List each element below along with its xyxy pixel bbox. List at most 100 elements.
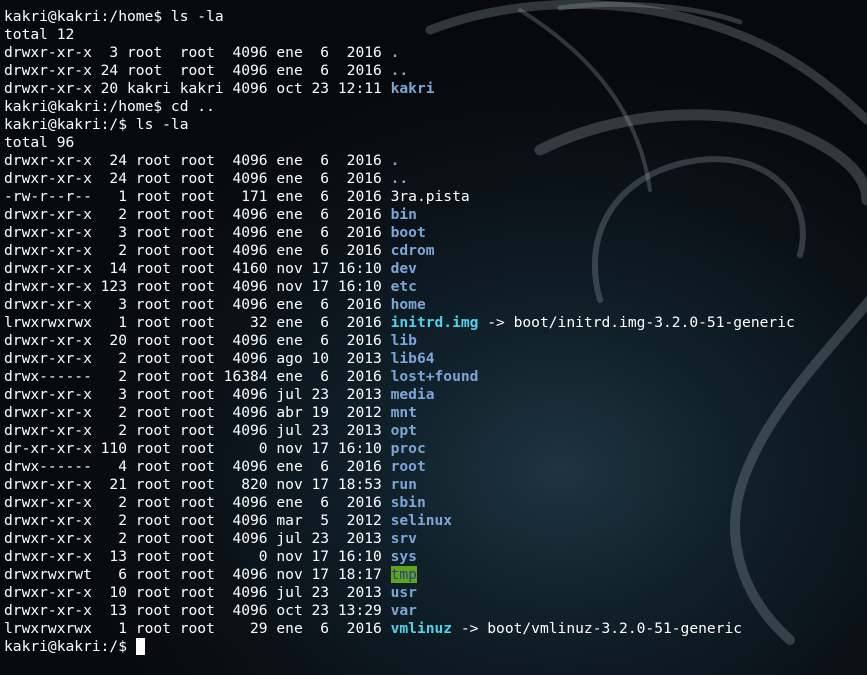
listing-filename: dev — [390, 260, 417, 277]
listing-meta: drwxr-xr-x 24 root root 4096 ene 6 2016 — [4, 62, 391, 79]
listing-meta: drwx------ 2 root root 16384 ene 6 2016 — [4, 368, 391, 385]
listing-filename: home — [390, 296, 426, 313]
symlink-target: -> boot/vmlinuz-3.2.0-51-generic — [452, 620, 743, 637]
command-prompt: kakri@kakri:/$ — [4, 638, 864, 656]
listing-meta: drwxr-xr-x 20 root root 4096 ene 6 2016 — [4, 332, 391, 349]
listing-meta: drwxr-xr-x 2 root root 4096 ene 6 2016 — [4, 206, 391, 223]
terminal-output[interactable]: kakri@kakri:/home$ ls -la total 12 drwxr-x… — [4, 8, 864, 656]
listing-filename: kakri — [390, 80, 435, 97]
listing-meta: drwxr-xr-x 2 root root 4096 mar 5 2012 — [4, 512, 391, 529]
listing-filename: lib — [390, 332, 417, 349]
listing-filename: .. — [390, 170, 409, 187]
listing-filename: sbin — [390, 494, 426, 511]
listing-meta: drwxr-xr-x 24 root root 4096 ene 6 2016 — [4, 170, 391, 187]
listing-filename: cdrom — [390, 242, 435, 259]
listing-meta: dr-xr-xr-x 110 root root 0 nov 17 16:10 — [4, 440, 391, 457]
terminal-line: total 96 — [4, 134, 75, 151]
listing-row: drwxr-xr-x 13 root root 0 nov 17 16:10 s… — [4, 548, 864, 566]
listing-meta: drwxr-xr-x 3 root root 4096 ene 6 2016 — [4, 296, 391, 313]
listing-row: drwxr-xr-x 24 root root 4096 ene 6 2016 … — [4, 170, 864, 188]
listing-row: drwxr-xr-x 13 root root 4096 oct 23 13:2… — [4, 602, 864, 620]
listing-filename: . — [390, 152, 400, 169]
listing-row: drwx------ 2 root root 16384 ene 6 2016 … — [4, 368, 864, 386]
listing-filename: mnt — [390, 404, 417, 421]
listing-row: drwxr-xr-x 3 root root 4096 ene 6 2016 b… — [4, 224, 864, 242]
listing-meta: drwxr-xr-x 14 root root 4160 nov 17 16:1… — [4, 260, 391, 277]
listing-filename: initrd.img — [390, 314, 479, 331]
listing-row: drwxr-xr-x 24 root root 4096 ene 6 2016 … — [4, 152, 864, 170]
listing-row: drwxr-xr-x 10 root root 4096 jul 23 2013… — [4, 584, 864, 602]
listing-row: drwxr-xr-x 21 root root 820 nov 17 18:53… — [4, 476, 864, 494]
prompt-text: kakri@kakri:/$ — [4, 638, 136, 655]
listing-meta: drwxrwxrwt 6 root root 4096 nov 17 18:17 — [4, 566, 391, 583]
listing-row: drwxr-xr-x 3 root root 4096 ene 6 2016 . — [4, 44, 864, 62]
listing-filename: var — [390, 602, 417, 619]
listing-meta: drwxr-xr-x 2 root root 4096 abr 19 2012 — [4, 404, 391, 421]
listing-meta: drwxr-xr-x 2 root root 4096 ago 10 2013 — [4, 350, 391, 367]
listing-row: drwxr-xr-x 24 root root 4096 ene 6 2016 … — [4, 62, 864, 80]
listing-filename: srv — [390, 530, 417, 547]
listing-row: drwxr-xr-x 2 root root 4096 mar 5 2012 s… — [4, 512, 864, 530]
listing-row: drwxr-xr-x 3 root root 4096 jul 23 2013 … — [4, 386, 864, 404]
listing-row: drwxr-xr-x 2 root root 4096 ene 6 2016 s… — [4, 494, 864, 512]
listing-meta: drwxr-xr-x 3 root root 4096 ene 6 2016 — [4, 224, 391, 241]
terminal-line: kakri@kakri:/home$ ls -la — [4, 8, 224, 25]
listing-meta: lrwxrwxrwx 1 root root 32 ene 6 2016 — [4, 314, 391, 331]
listing-row: lrwxrwxrwx 1 root root 29 ene 6 2016 vml… — [4, 620, 864, 638]
listing-meta: lrwxrwxrwx 1 root root 29 ene 6 2016 — [4, 620, 391, 637]
listing-row: drwxr-xr-x 2 root root 4096 ene 6 2016 c… — [4, 242, 864, 260]
listing-meta: drwxr-xr-x 2 root root 4096 ene 6 2016 — [4, 242, 391, 259]
listing-meta: drwxr-xr-x 24 root root 4096 ene 6 2016 — [4, 152, 391, 169]
listing-filename: . — [390, 44, 400, 61]
listing-meta: drwxr-xr-x 2 root root 4096 jul 23 2013 — [4, 530, 391, 547]
listing-filename: boot — [390, 224, 426, 241]
listing-row: lrwxrwxrwx 1 root root 32 ene 6 2016 ini… — [4, 314, 864, 332]
listing-filename: lib64 — [390, 350, 435, 367]
listing-row: drwxr-xr-x 2 root root 4096 jul 23 2013 … — [4, 530, 864, 548]
listing-row: drwxr-xr-x 2 root root 4096 jul 23 2013 … — [4, 422, 864, 440]
listing-meta: drwxr-xr-x 20 kakri kakri 4096 oct 23 12… — [4, 80, 391, 97]
listing-filename: selinux — [390, 512, 453, 529]
listing-filename: lost+found — [390, 368, 479, 385]
listing-meta: drwxr-xr-x 13 root root 4096 oct 23 13:2… — [4, 602, 391, 619]
listing-filename: run — [390, 476, 417, 493]
block-cursor[interactable] — [135, 638, 145, 655]
listing-row: drwxr-xr-x 2 root root 4096 ago 10 2013 … — [4, 350, 864, 368]
listing-filename: sys — [390, 548, 417, 565]
listing-filename: bin — [390, 206, 417, 223]
terminal-line: kakri@kakri:/home$ cd .. — [4, 98, 215, 115]
listing-row: drwxr-xr-x 20 kakri kakri 4096 oct 23 12… — [4, 80, 864, 98]
listing-row: dr-xr-xr-x 110 root root 0 nov 17 16:10 … — [4, 440, 864, 458]
listing-filename: vmlinuz — [390, 620, 453, 637]
listing-filename: .. — [390, 62, 409, 79]
listing-meta: drwx------ 4 root root 4096 ene 6 2016 — [4, 458, 391, 475]
listing-filename: 3ra.pista — [390, 188, 470, 205]
listing-meta: drwxr-xr-x 3 root root 4096 ene 6 2016 — [4, 44, 391, 61]
listing-row: drwxr-xr-x 3 root root 4096 ene 6 2016 h… — [4, 296, 864, 314]
listing-row: drwxr-xr-x 123 root root 4096 nov 17 16:… — [4, 278, 864, 296]
listing-filename: tmp — [390, 566, 417, 583]
listing-meta: drwxr-xr-x 2 root root 4096 jul 23 2013 — [4, 422, 391, 439]
listing-filename: proc — [390, 440, 426, 457]
listing-row: drwxr-xr-x 2 root root 4096 abr 19 2012 … — [4, 404, 864, 422]
listing-row: drwxr-xr-x 20 root root 4096 ene 6 2016 … — [4, 332, 864, 350]
listing-row: drwxr-xr-x 14 root root 4160 nov 17 16:1… — [4, 260, 864, 278]
listing-row: drwxrwxrwt 6 root root 4096 nov 17 18:17… — [4, 566, 864, 584]
listing-filename: root — [390, 458, 426, 475]
terminal-line: kakri@kakri:/$ ls -la — [4, 116, 189, 133]
listing-meta: drwxr-xr-x 123 root root 4096 nov 17 16:… — [4, 278, 391, 295]
listing-row: drwxr-xr-x 2 root root 4096 ene 6 2016 b… — [4, 206, 864, 224]
listing-meta: drwxr-xr-x 2 root root 4096 ene 6 2016 — [4, 494, 391, 511]
listing-row: drwx------ 4 root root 4096 ene 6 2016 r… — [4, 458, 864, 476]
terminal-line: total 12 — [4, 26, 75, 43]
listing-filename: etc — [390, 278, 417, 295]
listing-row: -rw-r--r-- 1 root root 171 ene 6 2016 3r… — [4, 188, 864, 206]
listing-meta: drwxr-xr-x 13 root root 0 nov 17 16:10 — [4, 548, 391, 565]
symlink-target: -> boot/initrd.img-3.2.0-51-generic — [478, 314, 795, 331]
listing-filename: media — [390, 386, 435, 403]
listing-filename: opt — [390, 422, 417, 439]
listing-meta: drwxr-xr-x 10 root root 4096 jul 23 2013 — [4, 584, 391, 601]
listing-filename: usr — [390, 584, 417, 601]
listing-meta: drwxr-xr-x 21 root root 820 nov 17 18:53 — [4, 476, 391, 493]
listing-meta: drwxr-xr-x 3 root root 4096 jul 23 2013 — [4, 386, 391, 403]
